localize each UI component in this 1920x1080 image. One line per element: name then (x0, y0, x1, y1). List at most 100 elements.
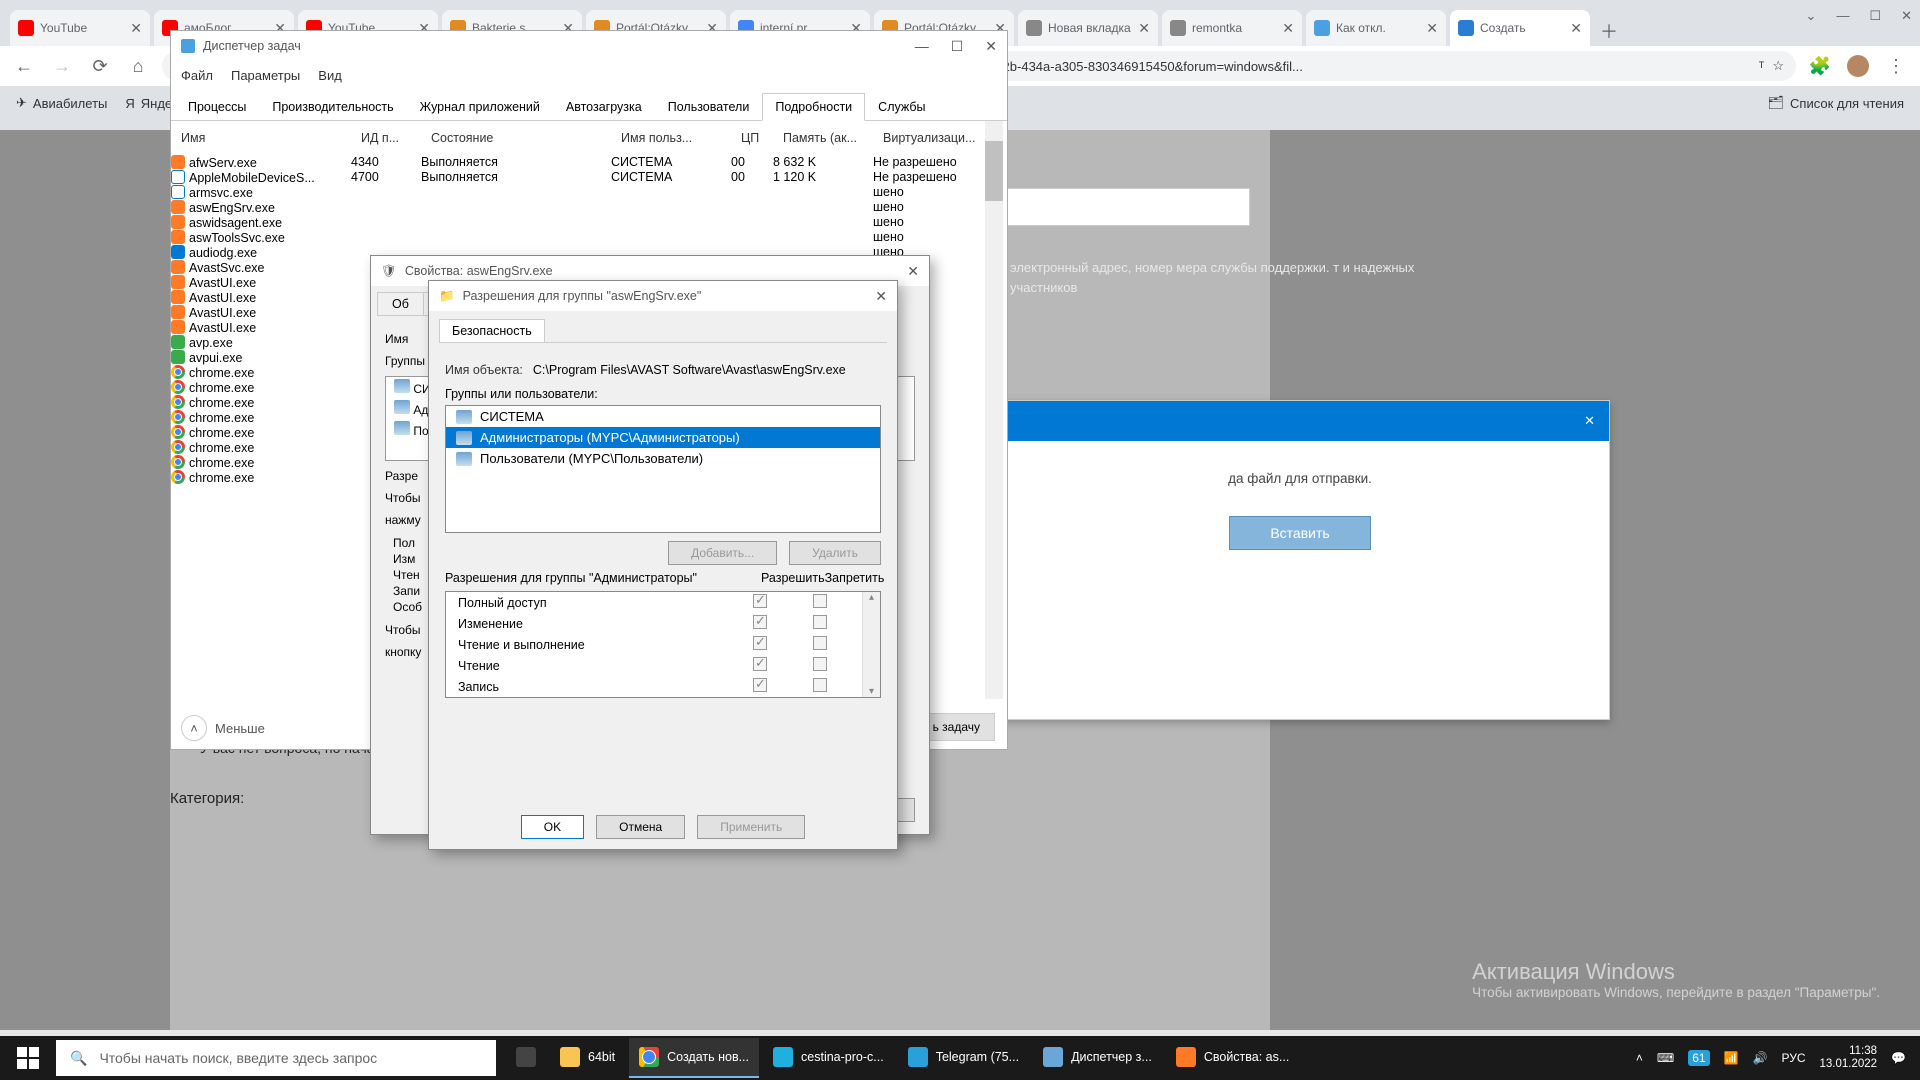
tab-close-icon[interactable]: ✕ (1426, 20, 1438, 37)
perm-allow-checkbox[interactable] (753, 615, 767, 629)
perms-groups-list[interactable]: СИСТЕМААдминистраторы (MYPC\Администрато… (445, 405, 881, 533)
taskmgr-column-header[interactable]: Имя (177, 125, 357, 151)
taskbar-item[interactable]: cestina-pro-c... (763, 1038, 894, 1078)
perms-ok[interactable]: OK (521, 815, 584, 839)
tray-telegram-badge[interactable]: 61 (1688, 1050, 1709, 1066)
perm-allow-checkbox[interactable] (753, 657, 767, 671)
process-row[interactable]: AppleMobileDeviceS... 4700 Выполняется С… (171, 170, 1007, 185)
browser-tab[interactable]: remontka ✕ (1162, 10, 1302, 46)
taskbar-item[interactable] (506, 1038, 546, 1078)
perms-cancel[interactable]: Отмена (596, 815, 685, 839)
taskmgr-tab[interactable]: Пользователи (655, 93, 763, 121)
modal-header: 30 минут. Это связано с них нельзя повли… (991, 401, 1609, 441)
taskmgr-menu-item[interactable]: Параметры (231, 68, 300, 83)
taskbar-item[interactable]: 64bit (550, 1038, 625, 1078)
taskmgr-tab[interactable]: Производительность (259, 93, 406, 121)
tab-close-icon[interactable]: ✕ (130, 20, 142, 37)
taskmgr-column-header[interactable]: Имя польз... (617, 125, 737, 151)
process-row[interactable]: aswEngSrv.exe шено (171, 200, 1007, 215)
close-icon[interactable]: ✕ (1901, 8, 1912, 24)
tray-notifications-icon[interactable]: 💬 (1891, 1051, 1906, 1065)
taskbar-item[interactable]: Свойства: as... (1166, 1038, 1299, 1078)
process-row[interactable]: armsvc.exe шено (171, 185, 1007, 200)
taskbar-item[interactable]: Диспетчер з... (1033, 1038, 1162, 1078)
chevron-down-icon[interactable]: ⌄ (1806, 8, 1817, 24)
tab-close-icon[interactable]: ✕ (1138, 20, 1150, 37)
tray-language[interactable]: РУС (1781, 1051, 1805, 1065)
perm-allow-checkbox[interactable] (753, 636, 767, 650)
tab-close-icon[interactable]: ✕ (1282, 20, 1294, 37)
taskmgr-column-header[interactable]: ИД п... (357, 125, 427, 151)
taskmgr-menu-item[interactable]: Файл (181, 68, 213, 83)
perm-deny-checkbox[interactable] (813, 615, 827, 629)
taskmgr-tab[interactable]: Журнал приложений (407, 93, 553, 121)
taskmgr-tab[interactable]: Процессы (175, 93, 259, 121)
perm-deny-checkbox[interactable] (813, 594, 827, 608)
minimize-icon[interactable]: — (1836, 8, 1849, 24)
perms-group-item[interactable]: Пользователи (MYPC\Пользователи) (446, 448, 880, 469)
reading-list-icon[interactable]: 🗂 (1768, 95, 1785, 111)
browser-tab[interactable]: Как откл. ✕ (1306, 10, 1446, 46)
maximize-icon[interactable]: ☐ (1869, 8, 1881, 24)
tab-favicon (1170, 20, 1186, 36)
forward-button[interactable]: → (48, 52, 76, 80)
perms-group-item[interactable]: Администраторы (MYPC\Администраторы) (446, 427, 880, 448)
taskmgr-menu-item[interactable]: Вид (318, 68, 342, 83)
tray-chevron-icon[interactable]: ˄ (1636, 1051, 1643, 1065)
activation-watermark: Активация Windows Чтобы активировать Win… (1472, 959, 1880, 1000)
taskbar-search[interactable]: 🔍 Чтобы начать поиск, введите здесь запр… (56, 1040, 496, 1076)
taskbar-item[interactable]: Создать нов... (629, 1038, 759, 1078)
taskmgr-scrollbar[interactable] (985, 121, 1003, 699)
taskmgr-tab[interactable]: Подробности (762, 93, 865, 121)
new-tab-button[interactable]: ＋ (1594, 16, 1624, 46)
fewer-label[interactable]: Меньше (215, 721, 265, 736)
perm-deny-checkbox[interactable] (813, 636, 827, 650)
perms-close[interactable]: ✕ (875, 288, 887, 305)
extensions-icon[interactable]: 🧩 (1806, 52, 1834, 80)
perms-group-item[interactable]: СИСТЕМА (446, 406, 880, 427)
browser-tab[interactable]: Новая вкладка ✕ (1018, 10, 1158, 46)
taskbar-item[interactable]: Telegram (75... (898, 1038, 1029, 1078)
process-row[interactable]: afwServ.exe 4340 Выполняется СИСТЕМА 00 … (171, 155, 1007, 170)
taskmgr-column-header[interactable]: Состояние (427, 125, 617, 151)
tray-wifi-icon[interactable]: 📶 (1724, 1051, 1739, 1065)
taskmgr-tab[interactable]: Службы (865, 93, 938, 121)
taskmgr-column-header[interactable]: Память (ак... (779, 125, 879, 151)
reading-list[interactable]: Список для чтения (1790, 96, 1904, 111)
taskmgr-maximize[interactable]: ☐ (951, 38, 964, 55)
bookmark-plane[interactable]: ✈Авиабилеты (16, 95, 107, 111)
perm-allow-checkbox[interactable] (753, 678, 767, 692)
taskmgr-close[interactable]: ✕ (985, 38, 997, 55)
tray-keyboard-icon[interactable]: ⌨ (1657, 1051, 1674, 1065)
start-button[interactable] (0, 1036, 56, 1080)
star-icon[interactable]: ☆ (1772, 58, 1784, 74)
perm-allow-checkbox[interactable] (753, 594, 767, 608)
reload-button[interactable]: ⟳ (86, 52, 114, 80)
fewer-chevron[interactable]: ˄ (181, 715, 207, 741)
home-button[interactable]: ⌂ (124, 52, 152, 80)
browser-tab[interactable]: Создать ✕ (1450, 10, 1590, 46)
back-button[interactable]: ← (10, 52, 38, 80)
taskmgr-minimize[interactable]: — (915, 38, 929, 55)
perms-tab-security[interactable]: Безопасность (439, 319, 545, 342)
translate-icon[interactable]: ᵀ (1759, 59, 1765, 74)
perms-table-scrollbar[interactable]: ▴▾ (862, 592, 880, 697)
props-close[interactable]: ✕ (907, 263, 919, 280)
tray-clock[interactable]: 11:38 13.01.2022 (1819, 1045, 1877, 1070)
taskmgr-column-header[interactable]: ЦП (737, 125, 779, 151)
tray-volume-icon[interactable]: 🔊 (1753, 1051, 1768, 1065)
close-modal-icon[interactable]: ✕ (1584, 413, 1595, 429)
props-tab[interactable]: Об (377, 292, 423, 316)
taskmgr-icon (1043, 1047, 1063, 1067)
process-pid (351, 230, 421, 245)
taskmgr-tab[interactable]: Автозагрузка (553, 93, 655, 121)
process-row[interactable]: aswToolsSvc.exe шено (171, 230, 1007, 245)
perm-deny-checkbox[interactable] (813, 678, 827, 692)
profile-avatar[interactable] (1844, 52, 1872, 80)
browser-tab[interactable]: YouTube ✕ (10, 10, 150, 46)
tab-close-icon[interactable]: ✕ (1570, 20, 1582, 37)
menu-button[interactable]: ⋮ (1882, 52, 1910, 80)
perm-deny-checkbox[interactable] (813, 657, 827, 671)
process-row[interactable]: aswidsagent.exe шено (171, 215, 1007, 230)
modal-insert-button[interactable]: Вставить (1229, 516, 1370, 550)
